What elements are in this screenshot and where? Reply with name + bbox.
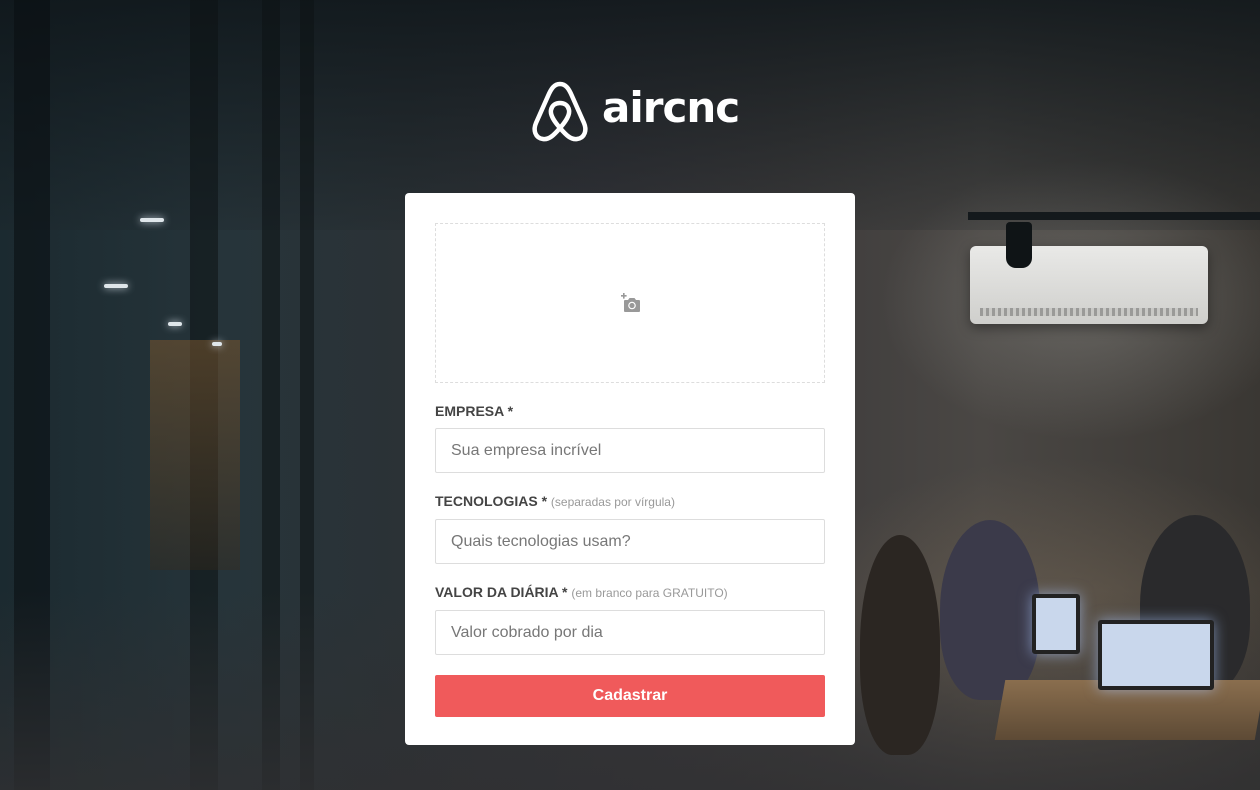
techs-input[interactable] xyxy=(435,519,825,564)
brand-logo: aircnc xyxy=(530,78,740,144)
price-hint: (em branco para GRATUITO) xyxy=(571,586,728,600)
company-label: EMPRESA * xyxy=(435,403,514,419)
price-input[interactable] xyxy=(435,610,825,655)
techs-hint: (separadas por vírgula) xyxy=(550,495,675,509)
spot-form: EMPRESA * TECNOLOGIAS * (separadas por v… xyxy=(405,193,855,745)
thumbnail-upload[interactable] xyxy=(435,223,825,383)
price-label: VALOR DA DIÁRIA * (em branco para GRATUI… xyxy=(435,584,728,600)
add-photo-camera-icon xyxy=(619,292,641,314)
airbnb-belo-icon xyxy=(530,78,590,144)
brand-name: aircnc xyxy=(602,83,740,132)
submit-button[interactable]: Cadastrar xyxy=(435,675,825,717)
company-input[interactable] xyxy=(435,428,825,473)
page: aircnc EMPRESA * TECNOLOGIAS * (separada… xyxy=(0,0,1260,790)
techs-label: TECNOLOGIAS * (separadas por vírgula) xyxy=(435,493,675,509)
